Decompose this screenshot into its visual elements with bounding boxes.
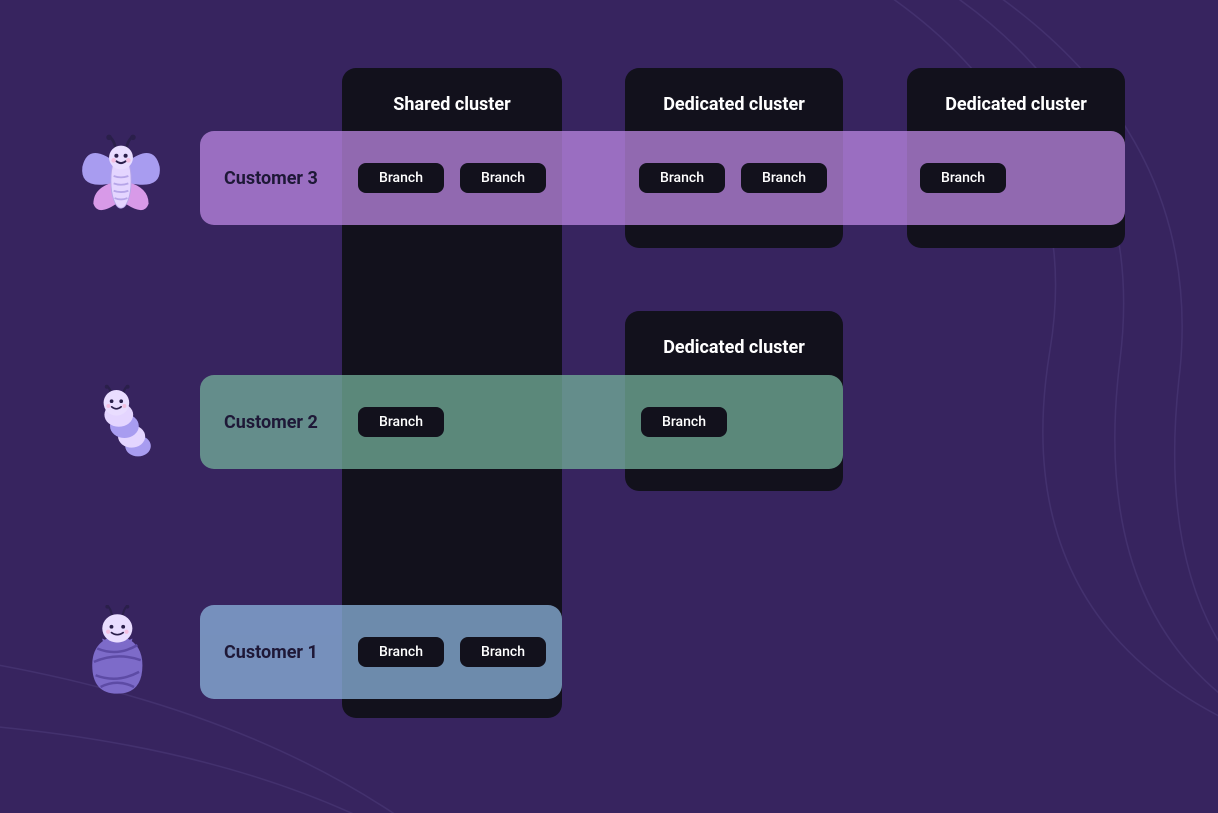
customer-label: Customer 1 xyxy=(224,642,318,663)
branch-pill: Branch xyxy=(741,163,827,193)
branch-pill: Branch xyxy=(358,407,444,437)
branch-pill: Branch xyxy=(358,163,444,193)
cocoon-icon xyxy=(85,605,153,697)
butterfly-icon xyxy=(75,130,167,222)
caterpillar-icon xyxy=(82,382,162,462)
cluster-title: Shared cluster xyxy=(342,94,562,115)
branch-pill: Branch xyxy=(920,163,1006,193)
branch-pill: Branch xyxy=(460,163,546,193)
branch-pill: Branch xyxy=(639,163,725,193)
cluster-title: Dedicated cluster xyxy=(625,94,843,115)
customer-row-2: Customer 2 xyxy=(200,375,843,469)
branch-pill: Branch xyxy=(641,407,727,437)
branch-pill: Branch xyxy=(358,637,444,667)
cluster-title: Dedicated cluster xyxy=(907,94,1125,115)
branch-pill: Branch xyxy=(460,637,546,667)
cluster-title: Dedicated cluster xyxy=(625,337,843,358)
customer-label: Customer 3 xyxy=(224,168,318,189)
customer-label: Customer 2 xyxy=(224,412,318,433)
